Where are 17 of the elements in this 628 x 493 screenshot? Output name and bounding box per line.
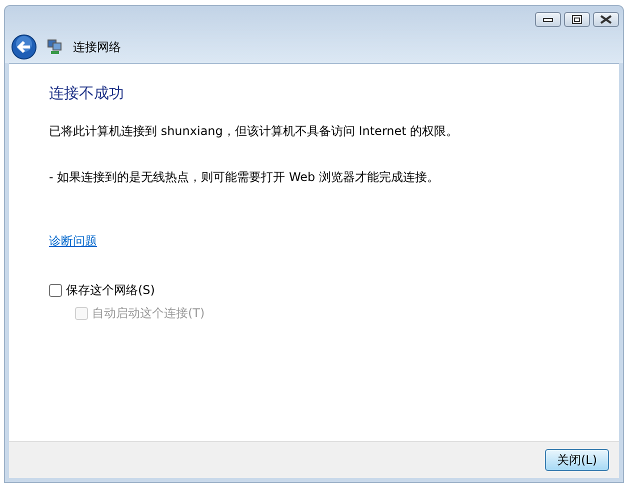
- minimize-icon: [543, 16, 553, 22]
- maximize-icon: [572, 15, 582, 24]
- network-icon: [47, 39, 63, 55]
- maximize-button[interactable]: [564, 12, 590, 27]
- checkbox-label: 自动启动这个连接(T): [92, 304, 205, 322]
- close-icon: [600, 15, 612, 24]
- diagnose-link[interactable]: 诊断问题: [49, 233, 97, 250]
- back-button[interactable]: [11, 34, 37, 60]
- dialog-heading: 连接不成功: [49, 84, 125, 103]
- minimize-button[interactable]: [535, 12, 561, 27]
- checkbox-label: 保存这个网络(S): [66, 282, 155, 298]
- message-text: 已将此计算机连接到 shunxiang，但该计算机不具备访问 Internet 的权限。: [49, 123, 460, 140]
- window-title: 连接网络: [73, 38, 121, 56]
- hint-text: - 如果连接到的是无线热点，则可能需要打开 Web 浏览器才能完成连接。: [49, 169, 440, 186]
- checkbox[interactable]: [49, 284, 62, 296]
- close-dialog-button[interactable]: 关闭(L): [545, 449, 609, 471]
- close-button[interactable]: [593, 12, 619, 27]
